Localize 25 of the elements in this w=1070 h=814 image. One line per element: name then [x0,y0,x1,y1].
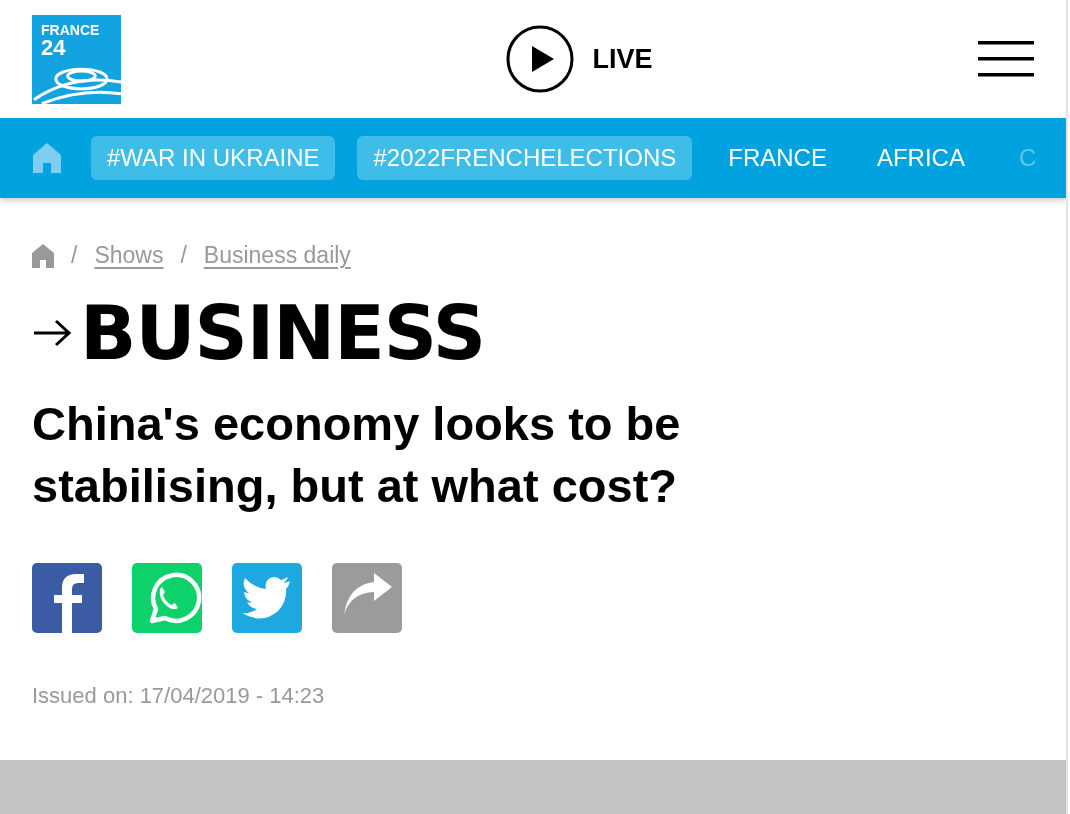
nav-link[interactable]: AFRICA [862,136,979,180]
logo-text: FRANCE [41,22,101,38]
logo[interactable]: FRANCE 24 [32,14,121,104]
nav-link[interactable]: C [1000,136,1037,180]
breadcrumb-link[interactable]: Shows [94,242,164,269]
home-icon[interactable] [32,243,54,268]
menu-icon[interactable] [978,41,1034,77]
separator: / [71,242,78,269]
nav-link[interactable]: FRANCE [714,136,841,180]
tag-link[interactable]: #WAR IN UKRAINE [91,136,336,180]
headline: China's economy looks to be stabilising, but at what cost? [32,396,682,514]
facebook-button[interactable] [32,563,102,633]
logo-number: 24 [41,37,66,58]
tag-link[interactable]: #2022FRENCHELECTIONS [357,136,693,180]
live-link[interactable]: LIVE [506,25,653,93]
section-title: BUSINESS [80,291,486,375]
separator: / [180,242,187,269]
play-icon [506,25,575,93]
home-icon[interactable] [33,143,61,173]
publish-date: Issued on: 17/04/2019 - 14:23 [32,683,326,709]
share-button[interactable] [332,563,402,633]
breadcrumb-link[interactable]: Business daily [203,242,351,269]
arrow-icon [32,319,72,347]
twitter-button[interactable] [232,563,302,633]
whatsapp-button[interactable] [132,563,202,633]
